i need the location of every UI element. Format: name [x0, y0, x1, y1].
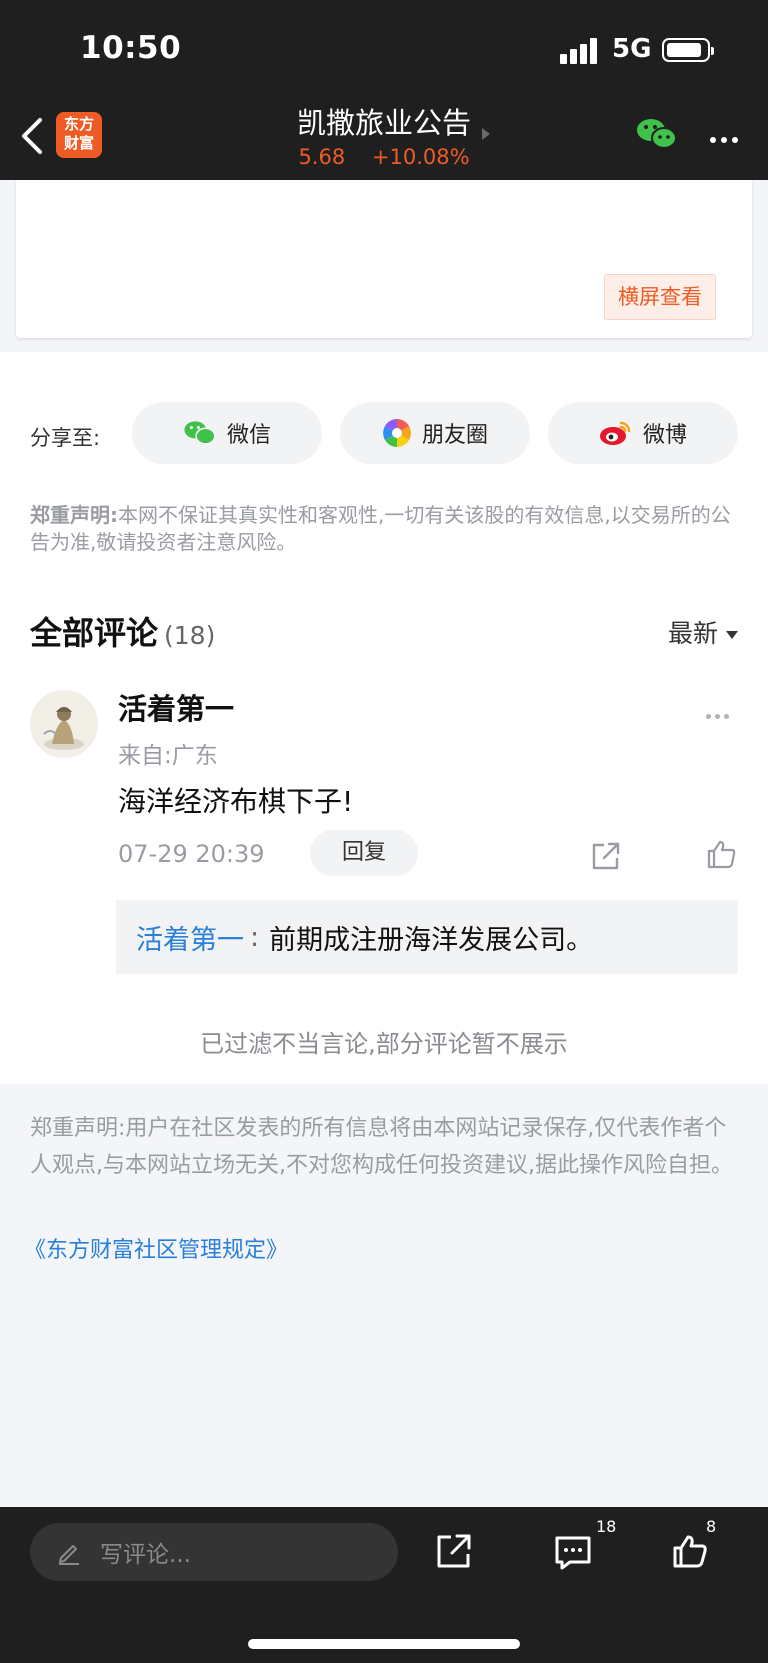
- share-wechat-button[interactable]: 微信: [132, 402, 322, 464]
- announcement-card: 横屏查看: [16, 180, 752, 338]
- share-icon[interactable]: [436, 1533, 472, 1569]
- content-section: 分享至: 微信 朋友圈 微博 郑重声明:本网不保证其真实性和客观性,一切有关该股…: [0, 352, 768, 1084]
- filtered-notice: 已过滤不当言论,部分评论暂不展示: [200, 1030, 568, 1058]
- avatar[interactable]: [30, 690, 98, 758]
- share-moments-label: 朋友圈: [421, 423, 488, 448]
- community-disclaimer: 郑重声明:用户在社区发表的所有信息将由本网站记录保存,仅代表作者个人观点,与本网…: [30, 1116, 733, 1178]
- comment-time: 07-29 20:39: [118, 840, 265, 868]
- reply-text: 前期成注册海洋发展公司。: [269, 924, 594, 956]
- weibo-icon: [599, 421, 631, 445]
- share-label: 分享至:: [30, 426, 101, 450]
- wechat-icon: [184, 421, 216, 445]
- comment-input[interactable]: 写评论...: [30, 1523, 398, 1581]
- like-count-badge: 8: [706, 1517, 717, 1536]
- stock-disclaimer-prefix: 郑重声明:: [30, 503, 118, 527]
- sort-dropdown[interactable]: 最新: [668, 614, 738, 650]
- wechat-share-icon[interactable]: [636, 116, 678, 152]
- thumbs-up-icon[interactable]: [672, 1533, 708, 1569]
- pencil-icon: [59, 1545, 79, 1565]
- reply-button[interactable]: 回复: [310, 830, 418, 876]
- comment-count-badge: 18: [596, 1517, 617, 1536]
- comment-username[interactable]: 活着第一: [118, 686, 234, 728]
- stock-price: 5.68: [298, 145, 346, 169]
- caret-down-icon: [726, 631, 738, 639]
- thumbs-up-icon[interactable]: [706, 838, 738, 870]
- reply-preview[interactable]: 活着第一: 前期成注册海洋发展公司。: [116, 900, 738, 974]
- status-time: 10:50: [80, 30, 182, 66]
- comment-input-placeholder: 写评论...: [100, 1542, 191, 1568]
- stock-disclaimer: 郑重声明:本网不保证其真实性和客观性,一切有关该股的有效信息,以交易所的公告为准…: [30, 502, 740, 556]
- bottom-bar: 写评论... 18 8: [0, 1507, 768, 1663]
- top-bar: 10:50 5G 东方 财富 凯撒旅业公告 5.68 +10.08%: [0, 0, 768, 180]
- landscape-view-button[interactable]: 横屏查看: [604, 274, 716, 320]
- comment-icon[interactable]: [554, 1535, 592, 1571]
- cellular-signal-icon: [560, 38, 602, 64]
- stock-change: +10.08%: [371, 145, 470, 169]
- share-weibo-label: 微博: [642, 423, 687, 448]
- comments-title: 全部评论: [30, 614, 159, 652]
- reply-separator: :: [250, 921, 260, 953]
- moments-icon: [383, 419, 411, 447]
- stock-disclaimer-text: 本网不保证其真实性和客观性,一切有关该股的有效信息,以交易所的公告为准,敬请投资…: [30, 503, 731, 554]
- reply-username[interactable]: 活着第一: [136, 918, 244, 957]
- share-icon[interactable]: [590, 840, 622, 872]
- comment-body: 海洋经济布棋下子!: [118, 785, 354, 818]
- home-indicator[interactable]: [248, 1639, 520, 1649]
- comment-more-icon[interactable]: [706, 704, 733, 723]
- battery-icon: [662, 38, 714, 62]
- comment-location: 来自:广东: [118, 743, 218, 769]
- caret-right-icon: [482, 128, 490, 140]
- share-weibo-button[interactable]: 微博: [548, 402, 738, 464]
- announcement-area: 横屏查看: [0, 180, 768, 352]
- more-icon[interactable]: [710, 128, 744, 143]
- share-wechat-label: 微信: [226, 423, 271, 448]
- share-moments-button[interactable]: 朋友圈: [340, 402, 530, 464]
- comments-count: (18): [164, 621, 216, 650]
- network-type: 5G: [612, 34, 652, 64]
- sort-label: 最新: [667, 619, 718, 648]
- community-rules-link[interactable]: 《东方财富社区管理规定》: [24, 1232, 288, 1264]
- comments-heading: 全部评论 (18): [30, 608, 215, 654]
